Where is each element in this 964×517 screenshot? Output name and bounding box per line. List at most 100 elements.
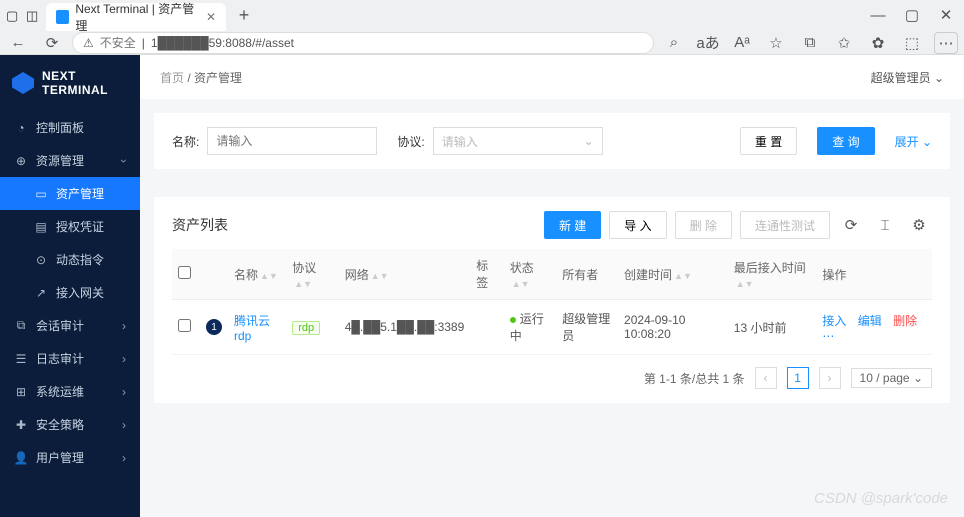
new-button[interactable]: 新 建 xyxy=(544,211,601,239)
density-icon[interactable]: ⌶ xyxy=(872,212,898,238)
extensions-icon[interactable]: ✿ xyxy=(866,34,890,52)
page-size-select[interactable]: 10 / page ⌄ xyxy=(851,368,932,388)
select-all-checkbox[interactable] xyxy=(178,266,191,279)
browser-tab[interactable]: Next Terminal | 资产管理 ✕ xyxy=(46,3,226,31)
user-name: 超级管理员 xyxy=(871,71,931,85)
created-cell: 2024-09-10 10:08:20 xyxy=(618,300,728,355)
sidebar-item-gateway[interactable]: ↗接入网关 xyxy=(0,276,140,309)
sidebar-item-resource[interactable]: ⊕资源管理 xyxy=(0,144,140,177)
op-more-icon[interactable]: ⋯ xyxy=(822,329,834,343)
pager-next-button[interactable]: › xyxy=(819,367,841,389)
import-button[interactable]: 导 入 xyxy=(609,211,666,239)
sort-icon[interactable]: ▲▼ xyxy=(674,271,692,281)
user-dropdown[interactable]: 超级管理员 ⌄ xyxy=(871,69,944,86)
collections-icon[interactable]: ⧉ xyxy=(798,34,822,51)
refresh-icon[interactable]: ⟳ xyxy=(838,212,864,238)
col-created[interactable]: 创建时间 xyxy=(624,268,672,282)
col-network[interactable]: 网络 xyxy=(345,268,369,282)
window-maximize-icon[interactable]: ▢ xyxy=(900,6,924,24)
last-cell: 13 小时前 xyxy=(728,300,817,355)
window-close-icon[interactable]: ✕ xyxy=(934,6,958,24)
logo-text-2: TERMINAL xyxy=(42,83,108,97)
filter-protocol-select[interactable]: 请输入 ⌄ xyxy=(433,127,603,155)
filter-protocol-label: 协议: xyxy=(397,133,424,150)
sidebar-menu: ◔控制面板 ⊕资源管理 ▭资产管理 ▤授权凭证 ⊙动态指令 ↗接入网关 ⧉会话审… xyxy=(0,111,140,474)
insecure-label: 不安全 xyxy=(100,34,136,51)
favorite-icon[interactable]: ☆ xyxy=(764,34,788,52)
conntest-button[interactable]: 连通性测试 xyxy=(740,211,830,239)
filter-name-label: 名称: xyxy=(172,133,199,150)
sidebar-item-ops[interactable]: ⊞系统运维 xyxy=(0,375,140,408)
breadcrumb-home[interactable]: 首页 xyxy=(160,71,184,85)
col-last[interactable]: 最后接入时间 xyxy=(734,261,806,275)
search-button[interactable]: 查 询 xyxy=(817,127,874,155)
log-icon: ☰ xyxy=(14,352,28,366)
filter-name-input[interactable] xyxy=(207,127,377,155)
network-cell: 4█.██5.1██.██:3389 xyxy=(339,300,471,355)
col-status[interactable]: 状态 xyxy=(510,261,534,275)
sidebar-item-security[interactable]: ✚安全策略 xyxy=(0,408,140,441)
tab-close-icon[interactable]: ✕ xyxy=(206,10,216,24)
nav-refresh-icon[interactable]: ⟳ xyxy=(40,34,64,52)
col-ops: 操作 xyxy=(822,268,846,282)
sidebar-item-log[interactable]: ☰日志审计 xyxy=(0,342,140,375)
op-access-link[interactable]: 接入 xyxy=(822,314,846,328)
downloads-icon[interactable]: ⬚ xyxy=(900,34,924,52)
browser-menu-button[interactable]: ⋯ xyxy=(934,32,958,54)
browser-chrome: ▢ ◫ Next Terminal | 资产管理 ✕ + ― ▢ ✕ ← ⟳ ⚠… xyxy=(0,0,964,55)
reset-button[interactable]: 重 置 xyxy=(740,127,797,155)
sort-icon[interactable]: ▲▼ xyxy=(736,279,754,289)
col-protocol[interactable]: 协议 xyxy=(292,261,316,275)
font-icon[interactable]: Aᵃ xyxy=(730,34,754,51)
op-edit-link[interactable]: 编辑 xyxy=(858,314,882,328)
window-icon: ▢ xyxy=(6,8,20,22)
sidebar-item-command[interactable]: ⊙动态指令 xyxy=(0,243,140,276)
topbar: 首页 / 资产管理 超级管理员 ⌄ xyxy=(140,55,964,99)
chevron-down-icon: ⌄ xyxy=(934,71,944,85)
sidebar: NEXT TERMINAL ◔控制面板 ⊕资源管理 ▭资产管理 ▤授权凭证 ⊙动… xyxy=(0,55,140,517)
col-name[interactable]: 名称 xyxy=(234,268,258,282)
resource-icon: ⊕ xyxy=(14,154,28,168)
url-box[interactable]: ⚠ 不安全 | 1██████59:8088/#/asset xyxy=(72,32,654,54)
nav-back-icon[interactable]: ← xyxy=(6,34,30,51)
new-tab-button[interactable]: + xyxy=(232,3,256,27)
expand-toggle[interactable]: 展开 ⌄ xyxy=(895,133,932,150)
security-warning-icon: ⚠ xyxy=(83,36,94,50)
asset-icon: ▭ xyxy=(34,187,48,201)
pager-page-1[interactable]: 1 xyxy=(787,367,809,389)
tab-title: Next Terminal | 资产管理 xyxy=(75,0,200,34)
credential-icon: ▤ xyxy=(34,220,48,234)
col-tag: 标签 xyxy=(476,259,488,290)
asset-name-link[interactable]: 腾讯云rdp xyxy=(234,314,270,343)
row-checkbox[interactable] xyxy=(178,319,191,332)
settings-icon[interactable]: ⚙ xyxy=(906,212,932,238)
sidebar-item-dashboard[interactable]: ◔控制面板 xyxy=(0,111,140,144)
op-delete-link[interactable]: 删除 xyxy=(893,314,917,328)
row-index-badge: 1 xyxy=(206,319,222,335)
copy-window-icon[interactable]: ◫ xyxy=(26,8,40,22)
status-dot-icon xyxy=(510,317,516,323)
logo-mark-icon xyxy=(12,72,34,94)
sort-icon[interactable]: ▲▼ xyxy=(371,271,389,281)
window-minimize-icon[interactable]: ― xyxy=(866,7,890,24)
user-icon: 👤 xyxy=(14,451,28,465)
command-icon: ⊙ xyxy=(34,253,48,267)
delete-button[interactable]: 删 除 xyxy=(675,211,732,239)
logo-text-1: NEXT xyxy=(42,69,108,83)
sidebar-item-session[interactable]: ⧉会话审计 xyxy=(0,309,140,342)
sidebar-item-credential[interactable]: ▤授权凭证 xyxy=(0,210,140,243)
protocol-tag: rdp xyxy=(292,321,320,335)
sidebar-item-asset[interactable]: ▭资产管理 xyxy=(0,177,140,210)
sort-icon[interactable]: ▲▼ xyxy=(512,279,530,289)
translate-icon[interactable]: aあ xyxy=(696,32,720,53)
session-icon: ⧉ xyxy=(14,318,28,333)
col-owner: 所有者 xyxy=(562,268,598,282)
chevron-down-icon: ⌄ xyxy=(584,134,594,148)
sort-icon[interactable]: ▲▼ xyxy=(260,271,278,281)
sort-icon[interactable]: ▲▼ xyxy=(294,279,312,289)
addfav-icon[interactable]: ✩ xyxy=(832,34,856,52)
table-row: 1 腾讯云rdp rdp 4█.██5.1██.██:3389 运行中 超级管理… xyxy=(172,300,932,355)
pager-prev-button[interactable]: ‹ xyxy=(755,367,777,389)
sidebar-item-user[interactable]: 👤用户管理 xyxy=(0,441,140,474)
reader-icon[interactable]: ⌕ xyxy=(662,34,686,51)
